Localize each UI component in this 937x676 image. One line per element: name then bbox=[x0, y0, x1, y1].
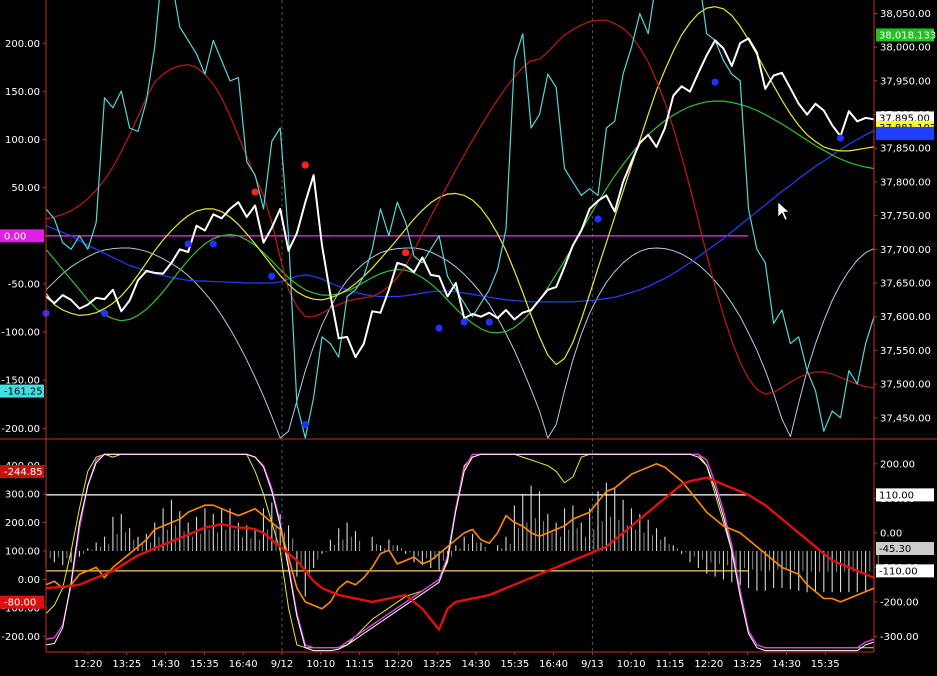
left-value-marker-label: 0.00 bbox=[4, 231, 26, 242]
left-value-marker-label: -161.25 bbox=[4, 387, 43, 398]
right-value-marker-label: 110.00 bbox=[879, 490, 914, 501]
blue-signal-dot bbox=[100, 309, 109, 317]
right-axis-tick-label: 37,700.00 bbox=[880, 245, 931, 256]
chart-window: 200.00 150.00 100.00 50.00 0.00 -50.00 -100.00… bbox=[0, 0, 937, 672]
blue-signal-dot bbox=[435, 324, 443, 332]
x-axis-tick-label: 14:30 bbox=[151, 659, 180, 670]
right-value-marker-label: 38,018.133 bbox=[879, 30, 936, 41]
x-axis-tick-label: 13:25 bbox=[733, 659, 762, 670]
x-axis-tick-label: 12:20 bbox=[384, 659, 413, 670]
blue-signal-dot bbox=[594, 215, 602, 223]
blue-signal-dot bbox=[836, 134, 845, 142]
left-axis-tick-label: -200.00 bbox=[1, 632, 40, 643]
x-axis-tick-label: 10:10 bbox=[306, 659, 335, 670]
right-axis-tick-label: 37,750.00 bbox=[880, 211, 931, 222]
right-axis-tick-label: 200.00 bbox=[880, 459, 915, 470]
right-axis-tick-label: 38,000.00 bbox=[880, 43, 931, 54]
x-axis-tick-label: 14:30 bbox=[462, 659, 491, 670]
red-signal-dot bbox=[301, 161, 309, 169]
red-signal-dot bbox=[251, 188, 259, 196]
right-axis-tick-label: 37,650.00 bbox=[880, 279, 931, 290]
x-axis-tick-label: 10:10 bbox=[617, 659, 646, 670]
right-axis-tick-label: 38,050.00 bbox=[880, 9, 931, 20]
left-axis-tick-label: 0.00 bbox=[18, 575, 40, 586]
left-axis-tick-label: -100.00 bbox=[1, 328, 40, 339]
right-axis-tick-label: 37,950.00 bbox=[880, 76, 931, 87]
left-axis-tick-label: 300.00 bbox=[5, 490, 40, 501]
right-value-marker-label: -110.00 bbox=[879, 566, 918, 577]
blue-signal-dot bbox=[711, 78, 719, 86]
left-value-marker-label: -244.85 bbox=[4, 467, 43, 478]
left-axis-tick-label: -50.00 bbox=[8, 279, 40, 290]
right-axis-tick-label: -300.00 bbox=[880, 632, 919, 643]
right-value-marker-label: -45.30 bbox=[879, 544, 911, 555]
right-axis-tick-label: 37,600.00 bbox=[880, 312, 931, 323]
x-axis-tick-label: 13:25 bbox=[112, 659, 141, 670]
left-axis-tick-label: 50.00 bbox=[11, 183, 40, 194]
x-axis-tick-label: 14:30 bbox=[772, 659, 801, 670]
left-axis-tick-label: 200.00 bbox=[5, 39, 40, 50]
left-axis-tick-label: 100.00 bbox=[5, 547, 40, 558]
right-axis-tick-label: 37,500.00 bbox=[880, 380, 931, 391]
x-axis-tick-label: 15:35 bbox=[500, 659, 529, 670]
chart-svg: 200.00 150.00 100.00 50.00 0.00 -50.00 -100.00… bbox=[0, 0, 937, 672]
x-axis-tick-label: 11:15 bbox=[656, 659, 685, 670]
right-axis-tick-label: 0.00 bbox=[880, 528, 902, 539]
left-axis-tick-label: 200.00 bbox=[5, 518, 40, 529]
x-axis-tick-label: 16:40 bbox=[539, 659, 568, 670]
left-axis-tick-label: 150.00 bbox=[5, 87, 40, 98]
blue-signal-dot bbox=[460, 318, 468, 326]
right-axis-tick-label: 37,550.00 bbox=[880, 346, 931, 357]
right-axis-tick-label: 37,850.00 bbox=[880, 144, 931, 155]
blue-signal-dot bbox=[485, 318, 493, 326]
x-axis-tick-label: 15:35 bbox=[190, 659, 219, 670]
red-signal-dot bbox=[402, 249, 410, 257]
left-axis-tick-label: 100.00 bbox=[5, 135, 40, 146]
left-value-marker-label: -80.00 bbox=[4, 598, 36, 609]
right-value-marker bbox=[876, 126, 934, 140]
x-axis-tick-label: 15:35 bbox=[811, 659, 840, 670]
x-axis-tick-label: 12:20 bbox=[694, 659, 723, 670]
right-axis-tick-label: 37,800.00 bbox=[880, 177, 931, 188]
x-axis-tick-label: 12:20 bbox=[74, 659, 103, 670]
x-axis-tick-label: 16:40 bbox=[229, 659, 258, 670]
x-axis-tick-label: 13:25 bbox=[423, 659, 452, 670]
blue-signal-dot bbox=[209, 240, 217, 248]
x-axis-tick-label: 11:15 bbox=[345, 659, 374, 670]
blue-signal-dot bbox=[301, 420, 309, 429]
blue-signal-dot bbox=[184, 240, 192, 248]
right-axis-tick-label: -200.00 bbox=[880, 597, 919, 608]
x-axis-tick-label: 9/12 bbox=[271, 659, 293, 670]
x-axis-tick-label: 9/13 bbox=[581, 659, 603, 670]
left-axis-tick-label: -200.00 bbox=[1, 424, 40, 435]
right-axis-tick-label: 37,450.00 bbox=[880, 413, 931, 424]
blue-signal-dot bbox=[268, 272, 276, 280]
